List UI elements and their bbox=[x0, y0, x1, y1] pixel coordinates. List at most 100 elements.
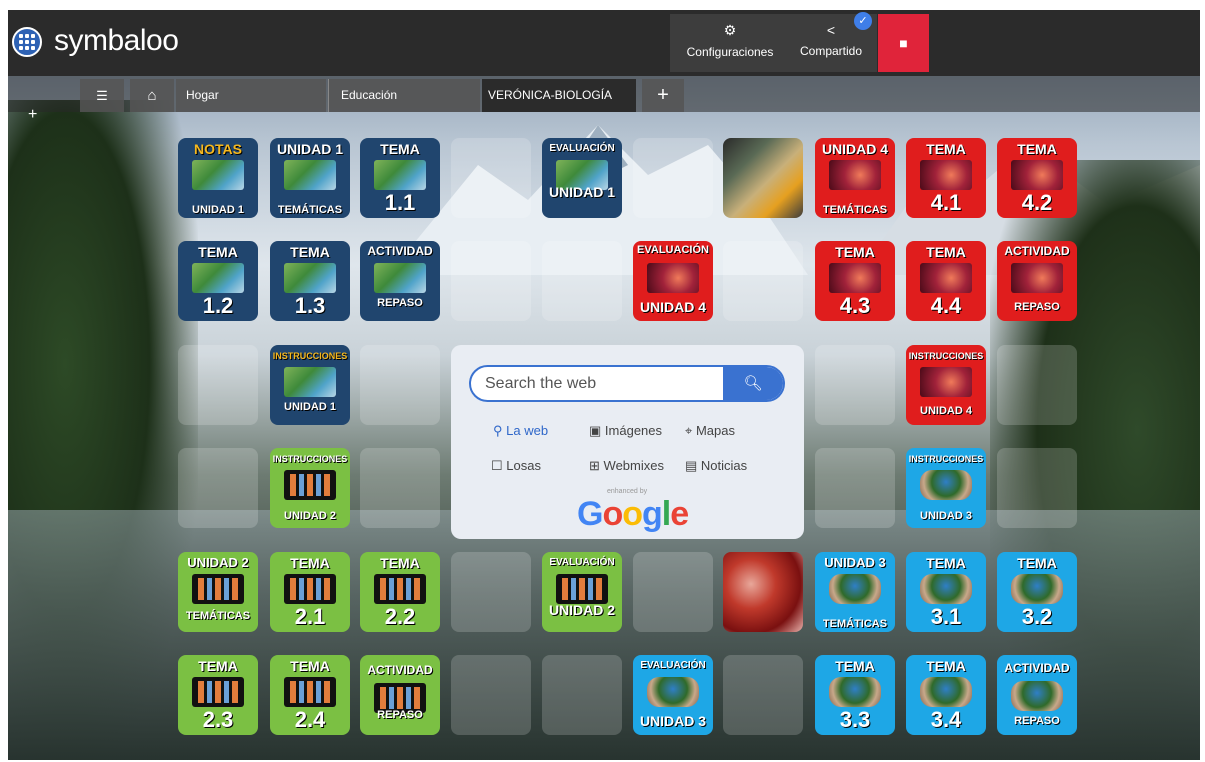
tile-subtitle: UNIDAD 3 bbox=[639, 713, 707, 729]
empty-tile[interactable] bbox=[997, 448, 1077, 528]
settings-button[interactable]: ⚙ Configuraciones bbox=[680, 14, 780, 72]
tile-unidad3-tematicas[interactable]: UNIDAD 3 TEMÁTICAS bbox=[815, 552, 895, 632]
image-icon: ▣ bbox=[589, 423, 602, 438]
side-add-button[interactable]: + bbox=[28, 106, 37, 124]
tile-unidad2-tematicas[interactable]: UNIDAD 2 TEMÁTICAS bbox=[178, 552, 258, 632]
tile-tema-2-4[interactable]: TEMA 2.4 bbox=[270, 655, 350, 735]
empty-tile[interactable] bbox=[451, 655, 531, 735]
tile-tema-1-3[interactable]: TEMA 1.3 bbox=[270, 241, 350, 321]
tile-subtitle: 2.1 bbox=[294, 604, 326, 629]
tile-image bbox=[1011, 681, 1063, 711]
tile-subtitle: 1.1 bbox=[384, 190, 416, 215]
empty-tile[interactable] bbox=[451, 552, 531, 632]
tile-title: TEMA bbox=[198, 244, 238, 260]
search-option-maps[interactable]: ⌖ Mapas bbox=[685, 423, 735, 439]
tile-title: TEMA bbox=[835, 244, 875, 260]
tile-evaluacion-unidad4[interactable]: EVALUACIÓN UNIDAD 4 bbox=[633, 241, 713, 321]
tile-unidad4-tematicas[interactable]: UNIDAD 4 TEMÁTICAS bbox=[815, 138, 895, 218]
tab-veronica-biologia[interactable]: VERÓNICA-BIOLOGÍA bbox=[482, 79, 636, 112]
empty-tile[interactable] bbox=[542, 655, 622, 735]
tile-actividad-repaso-4[interactable]: ACTIVIDAD REPASO bbox=[997, 241, 1077, 321]
tile-title: ACTIVIDAD bbox=[367, 244, 433, 258]
empty-tile[interactable] bbox=[723, 655, 803, 735]
tile-title: TEMA bbox=[290, 658, 330, 674]
tile-tema-4-2[interactable]: TEMA 4.2 bbox=[997, 138, 1077, 218]
tile-evaluacion-unidad3[interactable]: EVALUACIÓN UNIDAD 3 bbox=[633, 655, 713, 735]
tile-subtitle: 3.2 bbox=[1021, 604, 1053, 629]
tile-evaluacion-unidad1[interactable]: EVALUACIÓN UNIDAD 1 bbox=[542, 138, 622, 218]
tile-tema-4-4[interactable]: TEMA 4.4 bbox=[906, 241, 986, 321]
tile-subtitle: 2.4 bbox=[294, 707, 326, 732]
tile-actividad-repaso-1[interactable]: ACTIVIDAD REPASO bbox=[360, 241, 440, 321]
tile-tema-3-4[interactable]: TEMA 3.4 bbox=[906, 655, 986, 735]
tile-tema-1-2[interactable]: TEMA 1.2 bbox=[178, 241, 258, 321]
empty-tile[interactable] bbox=[723, 241, 803, 321]
tab-bar: ☰ ⌂ Hogar Educación VERÓNICA-BIOLOGÍA + bbox=[8, 76, 1200, 112]
tile-notas-unidad1[interactable]: NOTAS UNIDAD 1 bbox=[178, 138, 258, 218]
check-icon: ✓ bbox=[854, 12, 872, 30]
tile-evaluacion-unidad2[interactable]: EVALUACIÓN UNIDAD 2 bbox=[542, 552, 622, 632]
tile-title: INSTRUCCIONES bbox=[272, 351, 348, 361]
tile-tema-3-2[interactable]: TEMA 3.2 bbox=[997, 552, 1077, 632]
empty-tile[interactable] bbox=[178, 345, 258, 425]
grid-icon bbox=[19, 34, 35, 50]
tile-subtitle: TEMÁTICAS bbox=[822, 204, 888, 216]
list-view-button[interactable]: ☰ bbox=[80, 79, 124, 112]
search-input[interactable]: Search the web bbox=[485, 367, 596, 400]
add-tab-button[interactable]: + bbox=[642, 79, 684, 112]
tab-educacion[interactable]: Educación bbox=[328, 79, 480, 112]
tile-tema-1-1[interactable]: TEMA 1.1 bbox=[360, 138, 440, 218]
tile-title: ACTIVIDAD bbox=[367, 663, 433, 677]
tile-image bbox=[829, 263, 881, 293]
empty-tile[interactable] bbox=[360, 345, 440, 425]
tile-tema-2-2[interactable]: TEMA 2.2 bbox=[360, 552, 440, 632]
tile-image bbox=[647, 677, 699, 707]
empty-tile[interactable] bbox=[178, 448, 258, 528]
search-option-news[interactable]: ▤ Noticias bbox=[685, 458, 747, 474]
tile-subtitle: UNIDAD 1 bbox=[284, 401, 336, 413]
tile-unidad1-tematicas[interactable]: UNIDAD 1 TEMÁTICAS bbox=[270, 138, 350, 218]
empty-tile[interactable] bbox=[451, 138, 531, 218]
tile-image bbox=[192, 574, 244, 604]
empty-tile[interactable] bbox=[451, 241, 531, 321]
search-option-images[interactable]: ▣ Imágenes bbox=[589, 423, 662, 439]
tile-actividad-repaso-3[interactable]: ACTIVIDAD REPASO bbox=[997, 655, 1077, 735]
apps-menu-button[interactable] bbox=[12, 27, 42, 57]
tile-title: UNIDAD 3 bbox=[824, 555, 886, 570]
tile-instrucciones-unidad2[interactable]: INSTRUCCIONES UNIDAD 2 bbox=[270, 448, 350, 528]
delete-button[interactable]: ■ bbox=[878, 14, 929, 72]
tile-tema-2-3[interactable]: TEMA 2.3 bbox=[178, 655, 258, 735]
webmix-icon: ⊞ bbox=[589, 458, 600, 473]
empty-tile[interactable] bbox=[815, 345, 895, 425]
home-icon: ⌂ bbox=[147, 87, 157, 104]
tile-tema-3-3[interactable]: TEMA 3.3 bbox=[815, 655, 895, 735]
empty-tile[interactable] bbox=[997, 345, 1077, 425]
settings-label: Configuraciones bbox=[686, 45, 774, 59]
tile-instrucciones-unidad4[interactable]: INSTRUCCIONES UNIDAD 4 bbox=[906, 345, 986, 425]
empty-tile[interactable] bbox=[360, 448, 440, 528]
search-button[interactable]: 🔍︎ bbox=[723, 367, 783, 400]
tile-tema-2-1[interactable]: TEMA 2.1 bbox=[270, 552, 350, 632]
gear-icon: ⚙ bbox=[723, 22, 737, 38]
search-option-webmixes[interactable]: ⊞ Webmixes bbox=[589, 458, 664, 474]
tile-tema-4-1[interactable]: TEMA 4.1 bbox=[906, 138, 986, 218]
tab-hogar[interactable]: Hogar bbox=[176, 79, 326, 112]
search-option-web[interactable]: ⚲ La web bbox=[493, 423, 548, 439]
tile-image bbox=[192, 677, 244, 707]
tile-actividad-repaso-2[interactable]: ACTIVIDAD REPASO bbox=[360, 655, 440, 735]
tile-instrucciones-unidad3[interactable]: INSTRUCCIONES UNIDAD 3 bbox=[906, 448, 986, 528]
map-icon: ⌖ bbox=[685, 423, 693, 438]
empty-tile[interactable] bbox=[815, 448, 895, 528]
home-button[interactable]: ⌂ bbox=[130, 79, 174, 112]
tile-subtitle: REPASO bbox=[1014, 301, 1060, 313]
tile-chemistry-photo[interactable] bbox=[723, 138, 803, 218]
search-option-tiles[interactable]: ☐ Losas bbox=[491, 458, 541, 474]
tile-cell-photo[interactable] bbox=[723, 552, 803, 632]
empty-tile[interactable] bbox=[633, 552, 713, 632]
empty-tile[interactable] bbox=[542, 241, 622, 321]
empty-tile[interactable] bbox=[633, 138, 713, 218]
tile-tema-3-1[interactable]: TEMA 3.1 bbox=[906, 552, 986, 632]
tile-tema-4-3[interactable]: TEMA 4.3 bbox=[815, 241, 895, 321]
tile-subtitle: 2.3 bbox=[202, 707, 234, 732]
tile-instrucciones-unidad1[interactable]: INSTRUCCIONES UNIDAD 1 bbox=[270, 345, 350, 425]
